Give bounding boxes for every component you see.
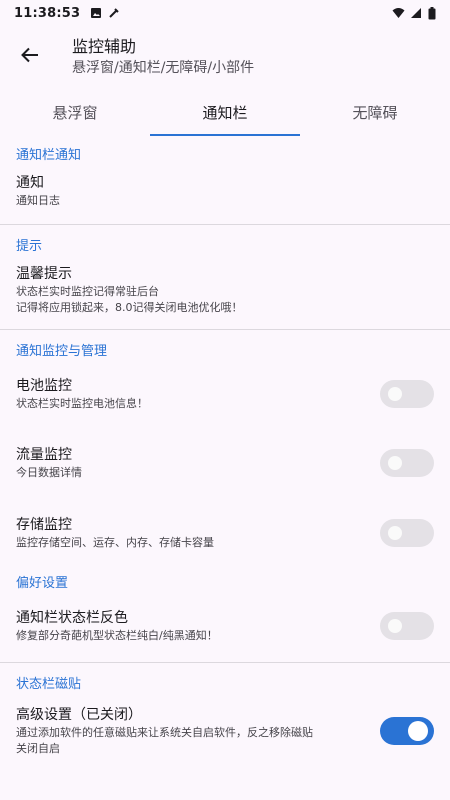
tab-accessibility[interactable]: 无障碍 [300, 88, 450, 136]
item-subtitle: 状态栏实时监控电池信息！ [16, 397, 148, 410]
invert-color-item[interactable]: 通知栏状态栏反色 修复部分奇葩机型状态栏纯白/纯黑通知！ [0, 598, 450, 654]
switch-knob [388, 619, 402, 633]
battery-icon [428, 7, 436, 20]
section-header-monitor: 通知监控与管理 [16, 344, 108, 359]
arrow-back-icon [21, 46, 39, 68]
section-header-tiles: 状态栏磁贴 [16, 677, 82, 692]
switch-knob [388, 526, 402, 540]
switch-knob [388, 387, 402, 401]
item-title: 存储监控 [16, 517, 72, 533]
tips-item[interactable]: 温馨提示 状态栏实时监控记得常驻后台 记得将应用锁起来，8.0记得关闭电池优化哦… [0, 255, 450, 321]
item-title: 通知 [16, 175, 44, 191]
notification-photo-icon [90, 7, 102, 19]
item-title: 电池监控 [16, 378, 72, 394]
battery-monitor-switch[interactable] [380, 380, 434, 408]
tab-floating-window[interactable]: 悬浮窗 [0, 88, 150, 136]
section-header-tips: 提示 [16, 239, 43, 254]
app-bar: 监控辅助 悬浮窗/通知栏/无障碍/小部件 [0, 26, 450, 88]
status-time: 11:38:53 [14, 5, 81, 21]
signal-icon [410, 7, 422, 19]
switch-knob [408, 721, 428, 741]
tab-bar: 悬浮窗 通知栏 无障碍 [0, 88, 450, 136]
item-subtitle: 监控存储空间、运存、内存、存储卡容量 [16, 536, 214, 549]
tab-notification-bar[interactable]: 通知栏 [150, 88, 300, 136]
traffic-monitor-switch[interactable] [380, 449, 434, 477]
item-title: 温馨提示 [16, 266, 72, 282]
storage-monitor-switch[interactable] [380, 519, 434, 547]
item-title: 高级设置（已关闭） [16, 707, 142, 723]
status-bar: 11:38:53 [0, 0, 450, 26]
item-subtitle: 状态栏实时监控记得常驻后台 [16, 285, 159, 298]
section-header-preferences: 偏好设置 [16, 576, 69, 591]
page-subtitle: 悬浮窗/通知栏/无障碍/小部件 [72, 60, 255, 76]
item-subtitle: 通知日志 [16, 194, 60, 207]
invert-color-switch[interactable] [380, 612, 434, 640]
item-subtitle: 通过添加软件的任意磁贴来让系统关自启软件，反之移除磁贴 [16, 726, 313, 739]
storage-monitor-item[interactable]: 存储监控 监控存储空间、运存、内存、存储卡容量 [0, 498, 450, 568]
wifi-icon [392, 7, 405, 19]
section-header-notification: 通知栏通知 [16, 148, 82, 163]
item-title: 通知栏状态栏反色 [16, 610, 128, 626]
battery-monitor-item[interactable]: 电池监控 状态栏实时监控电池信息！ [0, 360, 450, 428]
page-title: 监控辅助 [72, 37, 137, 56]
advanced-settings-item[interactable]: 高级设置（已关闭） 通过添加软件的任意磁贴来让系统关自启软件，反之移除磁贴 关闭… [0, 693, 450, 763]
notification-tool-icon [108, 7, 120, 19]
notification-log-item[interactable]: 通知 通知日志 [0, 166, 450, 216]
item-title: 流量监控 [16, 447, 72, 463]
advanced-settings-switch[interactable] [380, 717, 434, 745]
item-subtitle-2: 关闭自启 [16, 742, 60, 755]
item-subtitle: 修复部分奇葩机型状态栏纯白/纯黑通知！ [16, 629, 218, 642]
item-subtitle-2: 记得将应用锁起来，8.0记得关闭电池优化哦！ [16, 301, 243, 314]
back-button[interactable] [14, 41, 46, 73]
switch-knob [388, 456, 402, 470]
traffic-monitor-item[interactable]: 流量监控 今日数据详情 [0, 428, 450, 498]
item-subtitle: 今日数据详情 [16, 466, 82, 479]
